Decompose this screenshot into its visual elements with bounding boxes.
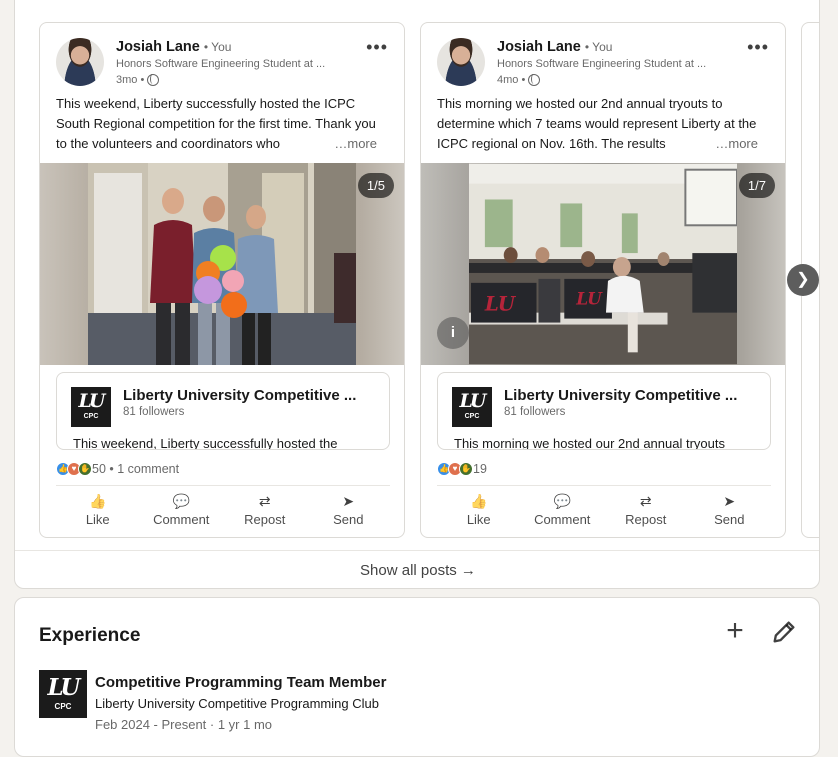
post-card: Josiah Lane • You Honors Software Engine… — [420, 22, 786, 538]
author-headline: Honors Software Engineering Student at .… — [116, 58, 326, 70]
celebrate-reaction-icon: ✋ — [78, 462, 92, 476]
post-media[interactable]: LU LU 1/7 i — [421, 163, 785, 365]
social-counts[interactable]: 👍 ♥ ✋ 50 • 1 comment — [56, 460, 179, 478]
like-button[interactable]: 👍 Like — [59, 486, 137, 533]
experience-role: Competitive Programming Team Member — [95, 674, 387, 691]
post-photo[interactable] — [88, 163, 356, 365]
media-counter: 1/5 — [357, 173, 394, 198]
globe-icon — [528, 74, 541, 86]
post-media[interactable]: 1/5 — [40, 163, 404, 365]
social-counts[interactable]: 👍 ♥ ✋ 19 — [437, 460, 487, 478]
org-name[interactable]: Liberty University Competitive ... — [123, 387, 356, 404]
post-photo[interactable]: LU LU — [469, 163, 737, 365]
org-logo[interactable]: LU CPC — [71, 387, 111, 427]
author-name[interactable]: Josiah Lane • You — [116, 39, 231, 55]
see-more-link[interactable]: …more — [330, 134, 377, 154]
avatar[interactable] — [437, 38, 485, 86]
experience-dates: Feb 2024 - Present · 1 yr 1 mo — [95, 717, 273, 732]
ellipsis-icon[interactable]: ••• — [747, 37, 769, 58]
posts-carousel: Josiah Lane • You Honors Software Engine… — [15, 0, 819, 551]
comment-count[interactable]: • 1 comment — [109, 462, 179, 476]
like-button[interactable]: 👍 Like — [440, 486, 518, 533]
send-icon: ➤ — [342, 493, 355, 509]
avatar[interactable] — [56, 38, 104, 86]
ellipsis-icon[interactable]: ••• — [366, 37, 388, 58]
send-button[interactable]: ➤ Send — [690, 486, 768, 533]
you-label: • You — [203, 40, 232, 54]
svg-text:LU: LU — [575, 289, 603, 309]
post-actions: 👍 Like 💬 Comment ⇄ Repost ➤ Send — [437, 485, 771, 533]
post-header[interactable]: Josiah Lane • You Honors Software Engine… — [437, 38, 757, 90]
activity-section: Josiah Lane • You Honors Software Engine… — [14, 0, 820, 589]
org-card[interactable]: LU CPC Liberty University Competitive ...… — [437, 372, 771, 450]
org-logo[interactable]: LU CPC — [39, 670, 87, 718]
experience-org: Liberty University Competitive Programmi… — [95, 696, 379, 711]
org-followers: 81 followers — [123, 406, 185, 418]
media-counter: 1/7 — [738, 173, 775, 198]
author-headline: Honors Software Engineering Student at .… — [497, 58, 707, 70]
send-icon: ➤ — [723, 493, 736, 509]
org-logo[interactable]: LU CPC — [452, 387, 492, 427]
comment-icon: 💬 — [553, 493, 571, 509]
post-header[interactable]: Josiah Lane • You Honors Software Engine… — [56, 38, 376, 90]
repost-button[interactable]: ⇄ Repost — [607, 486, 685, 533]
celebrate-reaction-icon: ✋ — [459, 462, 473, 476]
reaction-count[interactable]: 19 — [473, 462, 487, 476]
repost-icon: ⇄ — [258, 493, 271, 509]
reaction-count[interactable]: 50 — [92, 462, 106, 476]
thumbs-up-icon: 👍 — [89, 493, 107, 509]
org-snippet: This weekend, Liberty successfully hoste… — [73, 436, 338, 450]
chevron-right-icon[interactable]: ❯ — [787, 264, 819, 296]
repost-button[interactable]: ⇄ Repost — [226, 486, 304, 533]
experience-section: Experience + LU CPC Competitive Programmi… — [14, 597, 820, 757]
repost-icon: ⇄ — [639, 493, 652, 509]
add-icon[interactable]: + — [721, 616, 749, 646]
post-card: Josiah Lane • You Honors Software Engine… — [39, 22, 405, 538]
org-card[interactable]: LU CPC Liberty University Competitive ...… — [56, 372, 390, 450]
you-label: • You — [584, 40, 613, 54]
post-time: 3mo • — [116, 74, 160, 86]
comment-button[interactable]: 💬 Comment — [523, 486, 601, 533]
section-title: Experience — [39, 625, 141, 646]
see-more-link[interactable]: …more — [711, 134, 758, 154]
info-icon[interactable]: i — [437, 317, 469, 349]
show-all-posts-button[interactable]: Show all posts → — [15, 550, 819, 588]
post-time: 4mo • — [497, 74, 541, 86]
svg-text:LU: LU — [484, 292, 517, 316]
globe-icon — [147, 74, 160, 86]
thumbs-up-icon: 👍 — [470, 493, 488, 509]
org-followers: 81 followers — [504, 406, 566, 418]
pencil-icon[interactable] — [770, 618, 798, 646]
author-name[interactable]: Josiah Lane • You — [497, 39, 612, 55]
org-snippet: This morning we hosted our 2nd annual tr… — [454, 436, 725, 450]
send-button[interactable]: ➤ Send — [309, 486, 387, 533]
comment-icon: 💬 — [172, 493, 190, 509]
post-actions: 👍 Like 💬 Comment ⇄ Repost ➤ Send — [56, 485, 390, 533]
comment-button[interactable]: 💬 Comment — [142, 486, 220, 533]
org-name[interactable]: Liberty University Competitive ... — [504, 387, 737, 404]
